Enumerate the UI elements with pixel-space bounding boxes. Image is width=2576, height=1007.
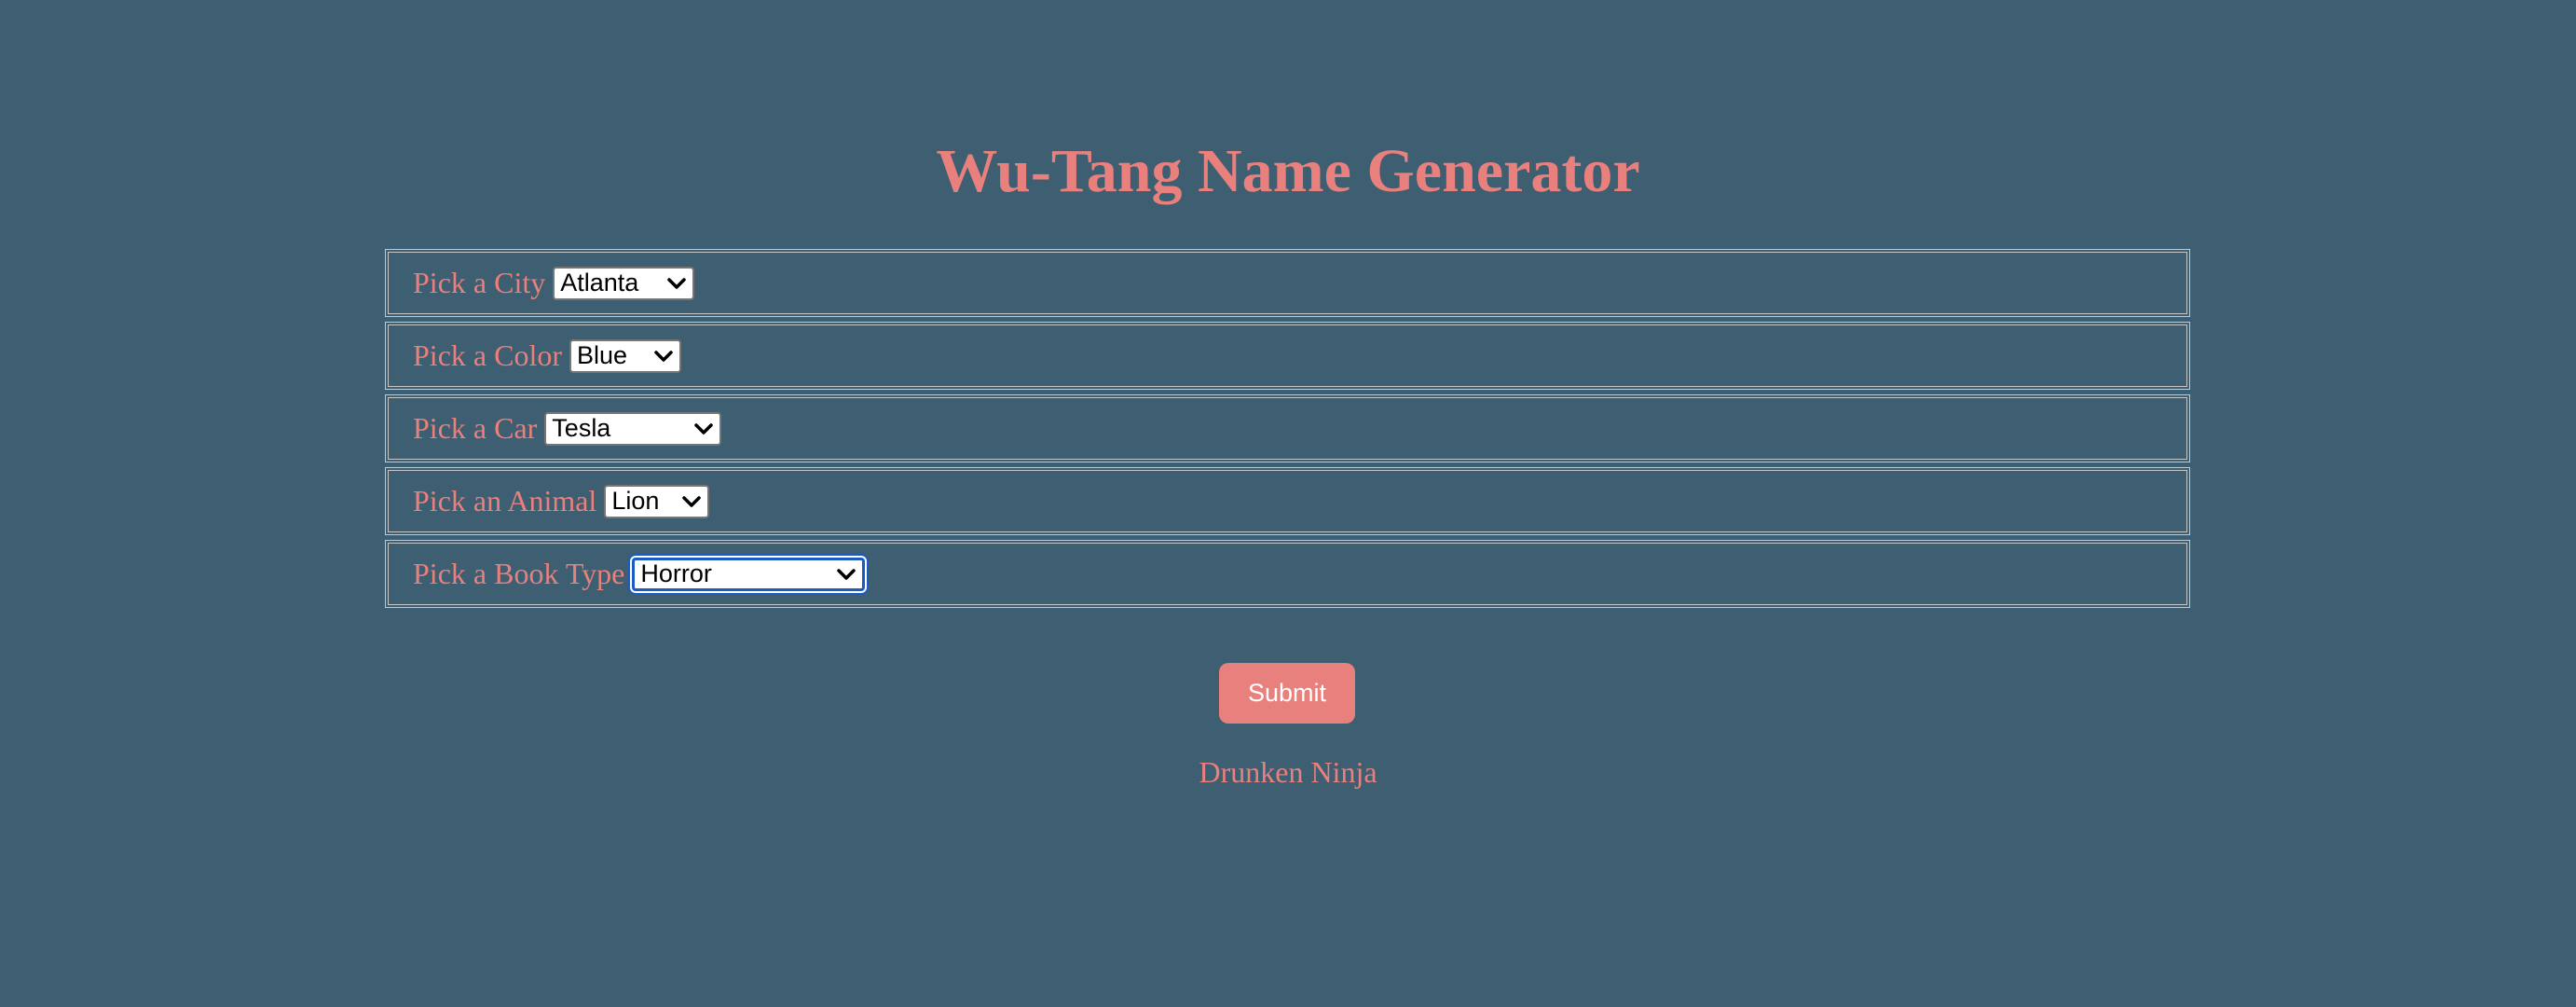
color-label: Pick a Color xyxy=(413,338,562,372)
car-select[interactable]: Tesla xyxy=(544,411,722,446)
animal-label: Pick an Animal xyxy=(413,484,597,517)
city-label: Pick a City xyxy=(413,266,546,299)
animal-select-value: Lion xyxy=(611,487,660,515)
color-row: Pick a Color Blue xyxy=(385,322,2190,390)
car-row: Pick a Car Tesla xyxy=(385,394,2190,462)
book-type-select-value: Horror xyxy=(640,559,712,587)
book-type-row: Pick a Book Type Horror xyxy=(385,540,2190,608)
generated-name: Drunken Ninja xyxy=(1199,755,1377,789)
chevron-down-icon xyxy=(666,276,687,291)
animal-row: Pick an Animal Lion xyxy=(385,467,2190,535)
car-select-value: Tesla xyxy=(552,414,611,442)
name-generator-form: Pick a City Atlanta Pick a Color Blue Pi… xyxy=(385,249,2190,613)
chevron-down-icon xyxy=(693,421,714,436)
page-title: Wu-Tang Name Generator xyxy=(936,137,1640,205)
car-label: Pick a Car xyxy=(413,411,538,445)
city-select-value: Atlanta xyxy=(560,269,639,297)
city-select[interactable]: Atlanta xyxy=(553,266,695,300)
chevron-down-icon xyxy=(836,567,856,582)
chevron-down-icon xyxy=(681,494,702,509)
book-type-select[interactable]: Horror xyxy=(632,557,866,591)
city-row: Pick a City Atlanta xyxy=(385,249,2190,317)
color-select[interactable]: Blue xyxy=(569,338,681,373)
chevron-down-icon xyxy=(653,349,674,364)
color-select-value: Blue xyxy=(576,341,628,369)
animal-select[interactable]: Lion xyxy=(604,484,710,518)
book-type-label: Pick a Book Type xyxy=(413,557,625,590)
submit-button[interactable]: Submit xyxy=(1219,663,1355,724)
